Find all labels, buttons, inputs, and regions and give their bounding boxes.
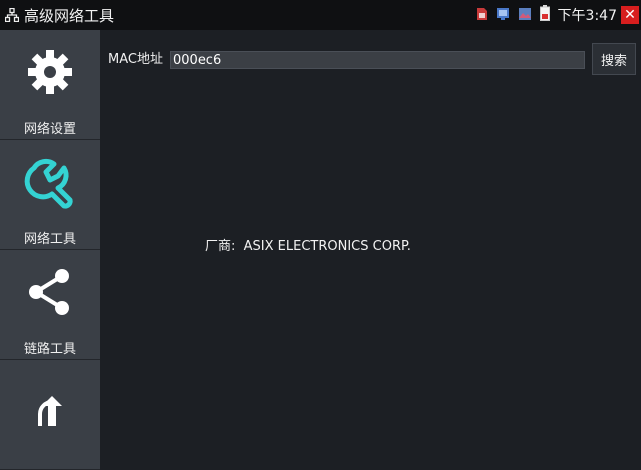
image-icon bbox=[518, 6, 532, 25]
window-title: 高级网络工具 bbox=[24, 6, 115, 25]
vendor-label: 厂商: bbox=[205, 239, 236, 254]
mac-address-label: MAC地址 bbox=[108, 52, 163, 67]
gear-icon bbox=[0, 44, 100, 104]
vendor-result: 厂商: ASIX ELECTRONICS CORP. bbox=[205, 235, 411, 254]
status-area: 下午3:47 ✕ bbox=[468, 0, 641, 30]
close-icon[interactable]: ✕ bbox=[621, 6, 639, 24]
share-icon bbox=[0, 264, 100, 324]
upload-icon bbox=[0, 374, 100, 434]
sidebar-item-network-tools[interactable]: 网络工具 bbox=[0, 140, 100, 250]
network-topology-icon bbox=[4, 7, 20, 23]
vendor-value: ASIX ELECTRONICS CORP. bbox=[243, 239, 411, 254]
sd-card-icon bbox=[476, 6, 488, 25]
sidebar-item-network-settings[interactable]: 网络设置 bbox=[0, 30, 100, 140]
battery-icon bbox=[539, 5, 550, 25]
sidebar: 网络设置 网络工具 链路工具 bbox=[0, 30, 100, 470]
sidebar-item-label: 链路工具 bbox=[23, 342, 76, 357]
wrench-icon bbox=[0, 154, 100, 214]
sidebar-item-upload[interactable] bbox=[0, 360, 100, 470]
sidebar-item-label: 网络工具 bbox=[23, 232, 76, 247]
sidebar-item-label: 网络设置 bbox=[23, 122, 76, 137]
title-bar: 高级网络工具 下午3:47 ✕ bbox=[0, 0, 641, 30]
search-button[interactable]: 搜索 bbox=[592, 43, 636, 75]
display-icon bbox=[496, 6, 510, 25]
mac-address-input[interactable] bbox=[170, 51, 585, 69]
clock: 下午3:47 bbox=[557, 8, 617, 24]
sidebar-item-link-tools[interactable]: 链路工具 bbox=[0, 250, 100, 360]
main-panel: MAC地址 搜索 厂商: ASIX ELECTRONICS CORP. bbox=[100, 30, 641, 419]
